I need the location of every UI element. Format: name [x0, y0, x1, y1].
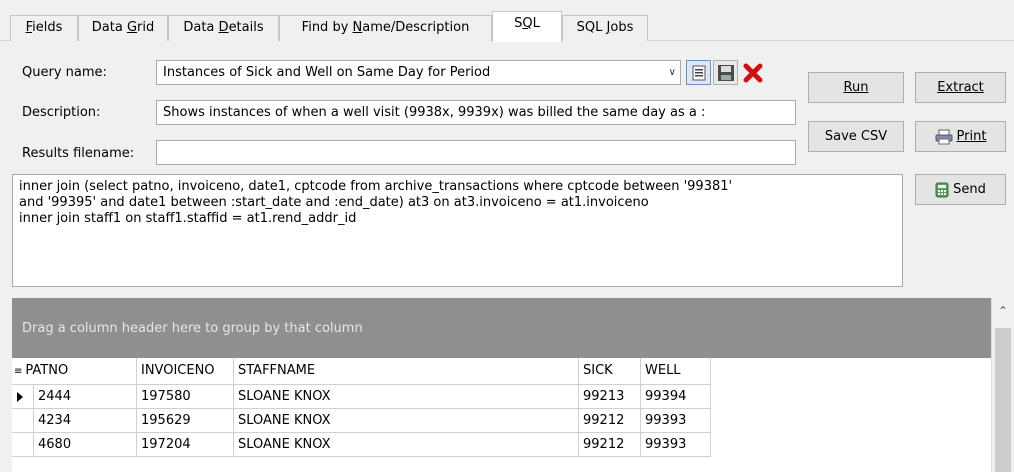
table-cell[interactable]: 197580 [137, 385, 234, 409]
table-cell[interactable]: 195629 [137, 409, 234, 433]
table-cell[interactable]: 99393 [641, 409, 711, 433]
group-by-panel[interactable]: Drag a column header here to group by th… [12, 298, 991, 358]
current-row-arrow-icon [17, 392, 23, 402]
run-button[interactable]: Run [808, 72, 904, 103]
extract-label: Extract [937, 80, 984, 95]
tab-bar: Fields Data Grid Data Details Find by Na… [0, 0, 1014, 42]
row-indicator[interactable] [12, 433, 34, 457]
printer-icon [935, 129, 953, 144]
column-header-patno[interactable]: ≡ PATNO [12, 358, 137, 385]
print-button[interactable]: Print [915, 121, 1006, 152]
table-cell[interactable]: 99394 [641, 385, 711, 409]
tab-data-grid[interactable]: Data Grid [78, 15, 168, 41]
send-label: Send [953, 182, 986, 197]
sql-line: and '99395' and date1 between :start_dat… [19, 195, 649, 210]
query-name-value: Instances of Sick and Well on Same Day f… [163, 65, 491, 80]
table-cell[interactable]: 99212 [579, 409, 641, 433]
list-icon-button[interactable] [686, 60, 711, 85]
run-label: Run [843, 80, 869, 95]
results-grid: Drag a column header here to group by th… [12, 298, 1014, 472]
save-csv-button[interactable]: Save CSV [808, 121, 904, 152]
table-cell[interactable]: 4234 [34, 409, 137, 433]
column-header-label: PATNO [25, 363, 69, 378]
calculator-icon [935, 182, 949, 197]
list-icon [692, 65, 705, 80]
table-cell[interactable]: 99213 [579, 385, 641, 409]
scroll-thumb[interactable] [995, 328, 1011, 472]
send-button[interactable]: Send [915, 174, 1006, 205]
column-header-well[interactable]: WELL [641, 358, 711, 385]
column-header-invoiceno[interactable]: INVOICENO [137, 358, 234, 385]
extract-button[interactable]: Extract [915, 72, 1006, 103]
tab-sql[interactable]: SQL [492, 11, 562, 42]
sql-editor[interactable]: inner join (select patno, invoiceno, dat… [12, 174, 903, 287]
delete-query-button[interactable] [740, 60, 765, 85]
description-input[interactable]: Shows instances of when a well visit (99… [156, 100, 796, 125]
save-csv-label: Save CSV [824, 129, 888, 144]
column-header-staffname[interactable]: STAFFNAME [234, 358, 579, 385]
results-filename-input[interactable] [156, 140, 796, 165]
sql-line: inner join staff1 on staff1.staffid = at… [19, 211, 357, 226]
table-cell[interactable]: 2444 [34, 385, 137, 409]
print-label: Print [956, 129, 987, 144]
sql-line: inner join (select patno, invoiceno, dat… [19, 179, 733, 194]
column-chooser-icon[interactable]: ≡ [14, 366, 22, 377]
tab-find-by-name[interactable]: Find by Name/Description [279, 15, 492, 41]
table-cell[interactable]: SLOANE KNOX [234, 385, 579, 409]
save-icon [717, 64, 734, 81]
table-cell[interactable]: 197204 [137, 433, 234, 457]
tab-data-details[interactable]: Data Details [168, 15, 279, 41]
table-cell[interactable]: SLOANE KNOX [234, 409, 579, 433]
vertical-scrollbar[interactable]: ⌃ [991, 298, 1014, 472]
query-name-combo[interactable]: Instances of Sick and Well on Same Day f… [156, 60, 681, 85]
row-indicator[interactable] [12, 409, 34, 433]
chevron-down-icon[interactable]: ∨ [669, 61, 676, 84]
query-name-label: Query name: [22, 65, 107, 80]
results-filename-label: Results filename: [22, 146, 135, 161]
scroll-up-icon[interactable]: ⌃ [992, 300, 1014, 322]
tab-sql-jobs[interactable]: SQL Jobs [562, 15, 648, 41]
table-cell[interactable]: 99393 [641, 433, 711, 457]
table-cell[interactable]: SLOANE KNOX [234, 433, 579, 457]
table-cell[interactable]: 4680 [34, 433, 137, 457]
column-header-sick[interactable]: SICK [579, 358, 641, 385]
delete-x-icon [743, 63, 762, 82]
description-label: Description: [22, 105, 101, 120]
row-indicator[interactable] [12, 385, 34, 409]
save-query-button[interactable] [713, 60, 738, 85]
tab-fields[interactable]: Fields [10, 15, 78, 41]
table-cell[interactable]: 99212 [579, 433, 641, 457]
